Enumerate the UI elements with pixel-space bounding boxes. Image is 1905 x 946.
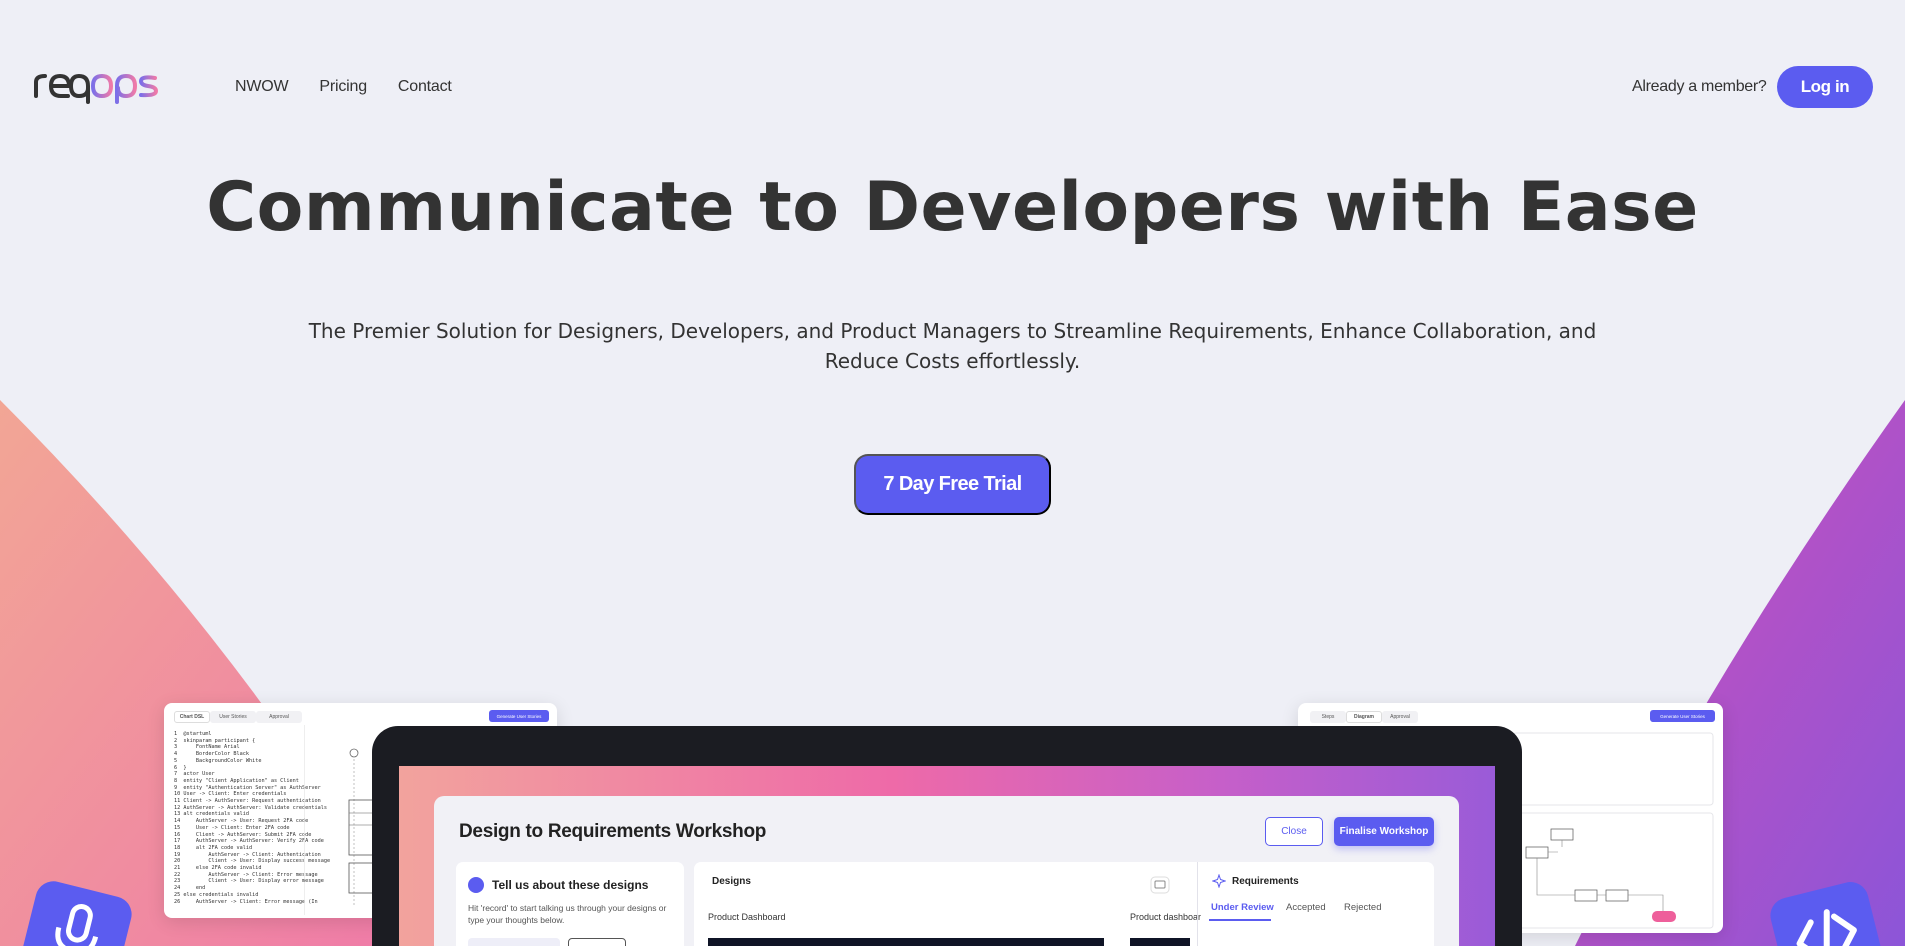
preview-generate-button: Generate User Stories: [489, 710, 549, 722]
tell-us-title: Tell us about these designs: [492, 878, 649, 892]
nav-links: NWOW Pricing Contact: [235, 78, 452, 96]
designs-panel: Designs Product Dashboard Product dashbo…: [694, 862, 1434, 946]
workshop-window: Design to Requirements Workshop Close Fi…: [434, 796, 1459, 946]
reqops-logo[interactable]: [33, 68, 188, 104]
panel-divider: [1197, 862, 1198, 946]
preview-tab-chart-dsl: Chart DSL: [174, 711, 210, 723]
hero-subtitle-line-1: The Premier Solution for Designers, Deve…: [308, 319, 1597, 343]
close-button[interactable]: Close: [1265, 817, 1323, 846]
microphone-icon: [468, 877, 484, 893]
preview-generate-button: Generate User Stories: [1650, 710, 1715, 722]
sparkle-icon: [1212, 874, 1226, 888]
free-trial-button[interactable]: 7 Day Free Trial: [854, 454, 1051, 515]
login-button[interactable]: Log in: [1777, 66, 1873, 108]
record-button[interactable]: [468, 938, 560, 946]
design-item-label: Product Dashboard: [708, 912, 786, 922]
workshop-title: Design to Requirements Workshop: [459, 821, 767, 842]
hero-subtitle-line-2: Reduce Costs effortlessly.: [824, 349, 1081, 373]
secondary-button[interactable]: [568, 938, 626, 946]
flow-diagram-preview: [1513, 732, 1714, 929]
preview-tab-approval: Approval: [1382, 711, 1418, 723]
tab-accepted[interactable]: Accepted: [1286, 902, 1326, 913]
hero-subtitle: The Premier Solution for Designers, Deve…: [290, 316, 1615, 376]
tell-us-instructions: Hit 'record' to start talking us through…: [468, 903, 667, 925]
preview-tab-approval: Approval: [256, 711, 302, 723]
top-navigation: NWOW Pricing Contact Already a member? L…: [0, 0, 1905, 175]
nav-link-contact[interactable]: Contact: [398, 78, 452, 96]
hero-title: Communicate to Developers with Ease: [206, 168, 1699, 247]
already-member-text: Already a member?: [1632, 78, 1767, 95]
design-thumbnail[interactable]: [708, 938, 1104, 946]
designs-title: Designs: [712, 876, 751, 887]
preview-tab-steps: Steps: [1310, 711, 1346, 723]
tell-us-panel: Tell us about these designs Hit 'record'…: [456, 862, 684, 946]
preview-tab-user-stories: User Stories: [210, 711, 256, 723]
tab-under-review[interactable]: Under Review: [1211, 902, 1274, 913]
nav-link-pricing[interactable]: Pricing: [319, 78, 367, 96]
design-item-label: Product dashboar: [1130, 912, 1202, 922]
preview-tab-diagram: Diagram: [1346, 711, 1382, 723]
nav-link-nwow[interactable]: NWOW: [235, 78, 289, 96]
comment-icon[interactable]: [1150, 876, 1170, 894]
requirements-title: Requirements: [1232, 876, 1299, 887]
active-tab-indicator: [1209, 919, 1271, 921]
design-thumbnail[interactable]: [1130, 938, 1190, 946]
finalise-workshop-button[interactable]: Finalise Workshop: [1334, 817, 1434, 846]
tab-rejected[interactable]: Rejected: [1344, 902, 1382, 913]
